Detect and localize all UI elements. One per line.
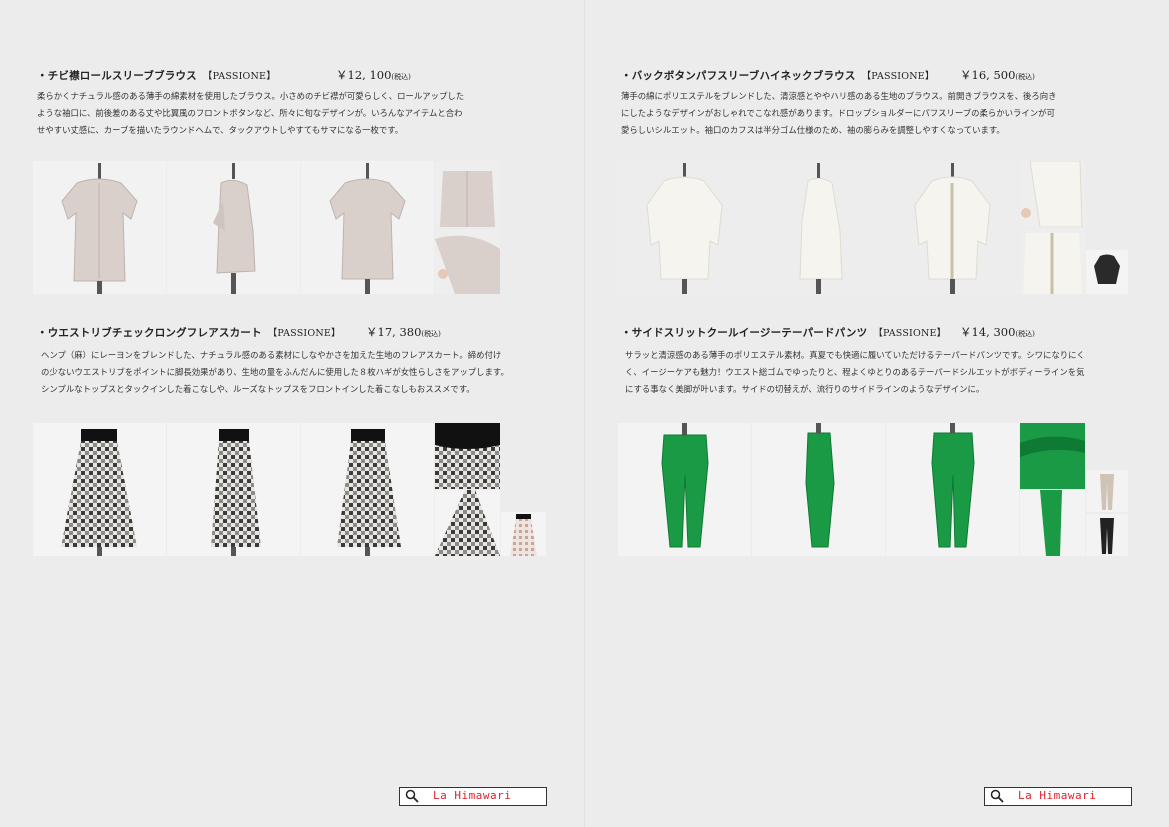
product-description: サラッと清涼感のある薄手のポリエステル素材。真夏でも快適に履いていただけるテーパ… bbox=[625, 350, 1085, 394]
product-photo-detail-waist bbox=[1020, 423, 1085, 489]
logo-text: La Himawari bbox=[1018, 789, 1097, 802]
product-photo-side bbox=[752, 161, 885, 294]
product-title: ・サイドスリットクールイージーテーパードパンツ 【PASSIONE】 bbox=[621, 327, 947, 339]
product-title: ・バックボタンパフスリーブハイネックブラウス 【PASSIONE】 bbox=[621, 70, 935, 82]
product-price: ￥14, 300(税込) bbox=[960, 325, 1035, 339]
product-photo-detail-slit bbox=[1020, 490, 1085, 556]
product-photo-side bbox=[752, 423, 885, 556]
product-price: ￥16, 500(税込) bbox=[960, 68, 1035, 82]
product-photo-detail-cuff bbox=[1020, 161, 1085, 227]
product-description: ヘンプ（麻）にレーヨンをブレンドした、ナチュラル感のある素材にしなやかさを加えた… bbox=[41, 350, 509, 394]
product-photo-back bbox=[301, 423, 434, 556]
product-photo-color-black bbox=[1086, 514, 1128, 556]
product-photo-back bbox=[301, 161, 434, 294]
product-photo-detail-collar bbox=[435, 161, 500, 227]
product-photo-detail-back bbox=[1020, 229, 1085, 294]
product-photo-back bbox=[886, 161, 1019, 294]
product-description: 薄手の綿にポリエステルをブレンドした、清涼感とややハリ感のある生地のブラウス。前… bbox=[621, 91, 1057, 135]
product-photo-front bbox=[618, 423, 751, 556]
product-photo-side bbox=[167, 423, 300, 556]
product-photo-color-pink bbox=[501, 512, 546, 556]
product-description: 柔らかくナチュラル感のある薄手の綿素材を使用したブラウス。小さめのチビ襟が可愛ら… bbox=[37, 91, 465, 135]
product-photo-side bbox=[167, 161, 300, 294]
footer-logo: La Himawari bbox=[399, 787, 547, 806]
product-title: ・ウエストリブチェックロングフレアスカート 【PASSIONE】 bbox=[37, 327, 341, 339]
magnifier-icon bbox=[990, 789, 1004, 803]
product-price: ￥12, 100(税込) bbox=[336, 68, 411, 82]
magnifier-icon bbox=[405, 789, 419, 803]
product-photo-color-black bbox=[1086, 250, 1128, 294]
product-photo-front bbox=[33, 423, 166, 556]
product-photo-back bbox=[886, 423, 1019, 556]
product-photo-detail-flare bbox=[435, 490, 500, 556]
product-photo-front bbox=[618, 161, 751, 294]
product-photo-color-beige bbox=[1086, 470, 1128, 512]
product-photo-detail-waist bbox=[435, 423, 500, 489]
product-photo-detail-sleeve bbox=[435, 229, 500, 294]
product-photo-front bbox=[33, 161, 166, 294]
footer-logo: La Himawari bbox=[984, 787, 1132, 806]
product-price: ￥17, 380(税込) bbox=[366, 325, 441, 339]
product-title: ・チビ襟ロールスリーブブラウス 【PASSIONE】 bbox=[37, 70, 276, 82]
logo-text: La Himawari bbox=[433, 789, 512, 802]
